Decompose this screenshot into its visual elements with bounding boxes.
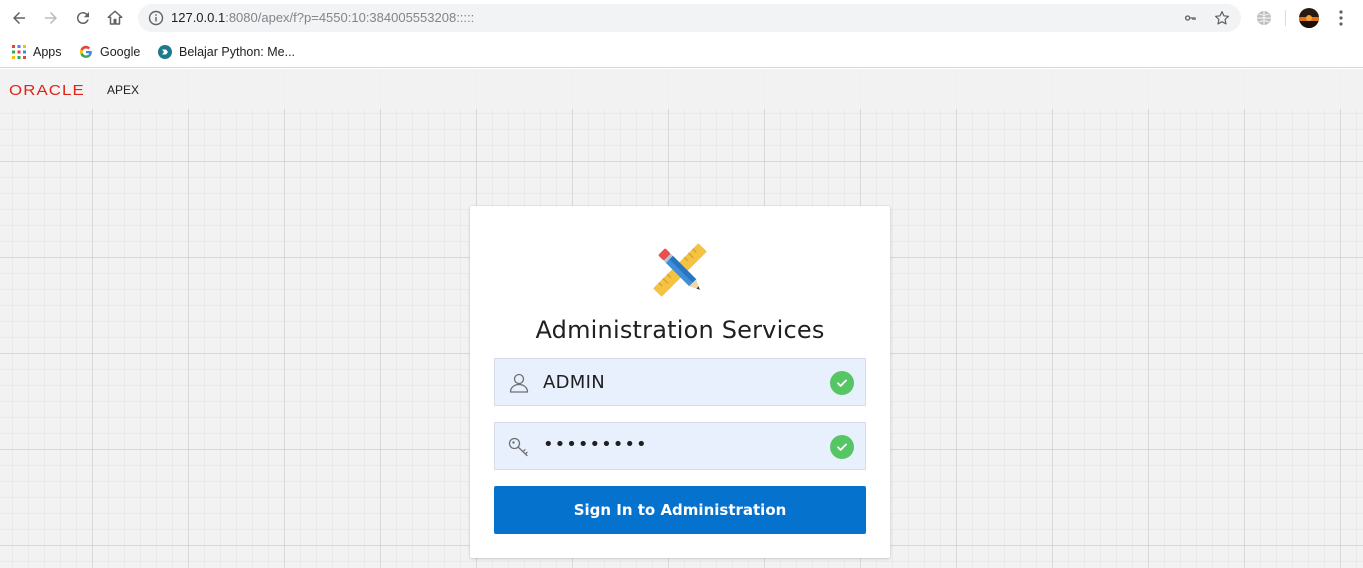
password-value: ••••••••• <box>543 434 648 455</box>
python-site-icon <box>157 44 173 60</box>
bookmark-google[interactable]: Google <box>78 42 140 62</box>
profile-avatar[interactable] <box>1298 6 1320 30</box>
key-icon[interactable] <box>1183 10 1199 26</box>
more-vert-icon <box>1339 10 1343 26</box>
apex-header: ORACLE APEX <box>0 69 1363 109</box>
home-button[interactable] <box>103 6 127 30</box>
bookmark-label: Google <box>100 45 141 59</box>
url-text[interactable]: 127.0.0.1:8080/apex/f?p=4550:10:38400555… <box>171 10 474 25</box>
reload-button[interactable] <box>71 6 95 30</box>
bookmark-label: Apps <box>33 45 62 59</box>
key-icon <box>508 437 528 457</box>
back-button[interactable] <box>7 6 31 30</box>
login-card: Administration Services ADMIN ••••••••• … <box>470 206 890 558</box>
avatar-icon <box>1299 8 1319 28</box>
toolbar-divider <box>1285 10 1286 26</box>
bookmark-apps[interactable]: Apps <box>11 42 62 62</box>
bookmarks-bar: Apps Google Belajar Python: Me... <box>0 36 1363 68</box>
globe-icon <box>1257 11 1271 25</box>
pencil-ruler-icon <box>653 243 707 297</box>
url-host: 127.0.0.1 <box>171 10 226 25</box>
valid-check-icon <box>830 435 854 459</box>
sign-in-button[interactable]: Sign In to Administration <box>494 486 866 534</box>
apps-grid-icon <box>11 44 27 60</box>
browser-toolbar: 127.0.0.1:8080/apex/f?p=4550:10:38400555… <box>0 0 1363 36</box>
reload-icon <box>76 12 89 25</box>
info-icon[interactable] <box>148 10 164 26</box>
password-field[interactable]: ••••••••• <box>494 422 866 470</box>
oracle-logo: ORACLE <box>9 82 85 99</box>
forward-button[interactable] <box>39 6 63 30</box>
username-value: ADMIN <box>543 372 605 393</box>
menu-button[interactable] <box>1331 6 1351 30</box>
login-title: Administration Services <box>535 316 825 344</box>
apex-page: ORACLE APEX Administration Services ADMI… <box>0 69 1363 568</box>
url-path: :8080/apex/f?p=4550:10:384005553208::::: <box>225 10 475 25</box>
username-field[interactable]: ADMIN <box>494 358 866 406</box>
apex-product-label: APEX <box>107 83 140 97</box>
address-bar[interactable]: 127.0.0.1:8080/apex/f?p=4550:10:38400555… <box>138 4 1241 32</box>
back-arrow-icon <box>13 12 25 24</box>
bookmark-star-icon[interactable] <box>1213 9 1231 27</box>
home-icon <box>107 10 123 25</box>
valid-check-icon <box>830 371 854 395</box>
forward-arrow-icon <box>45 12 57 24</box>
google-g-icon <box>78 44 94 60</box>
extension-button[interactable] <box>1254 6 1274 30</box>
user-icon <box>509 373 529 393</box>
bookmark-belajar-python[interactable]: Belajar Python: Me... <box>157 42 295 62</box>
bookmark-label: Belajar Python: Me... <box>179 45 296 59</box>
